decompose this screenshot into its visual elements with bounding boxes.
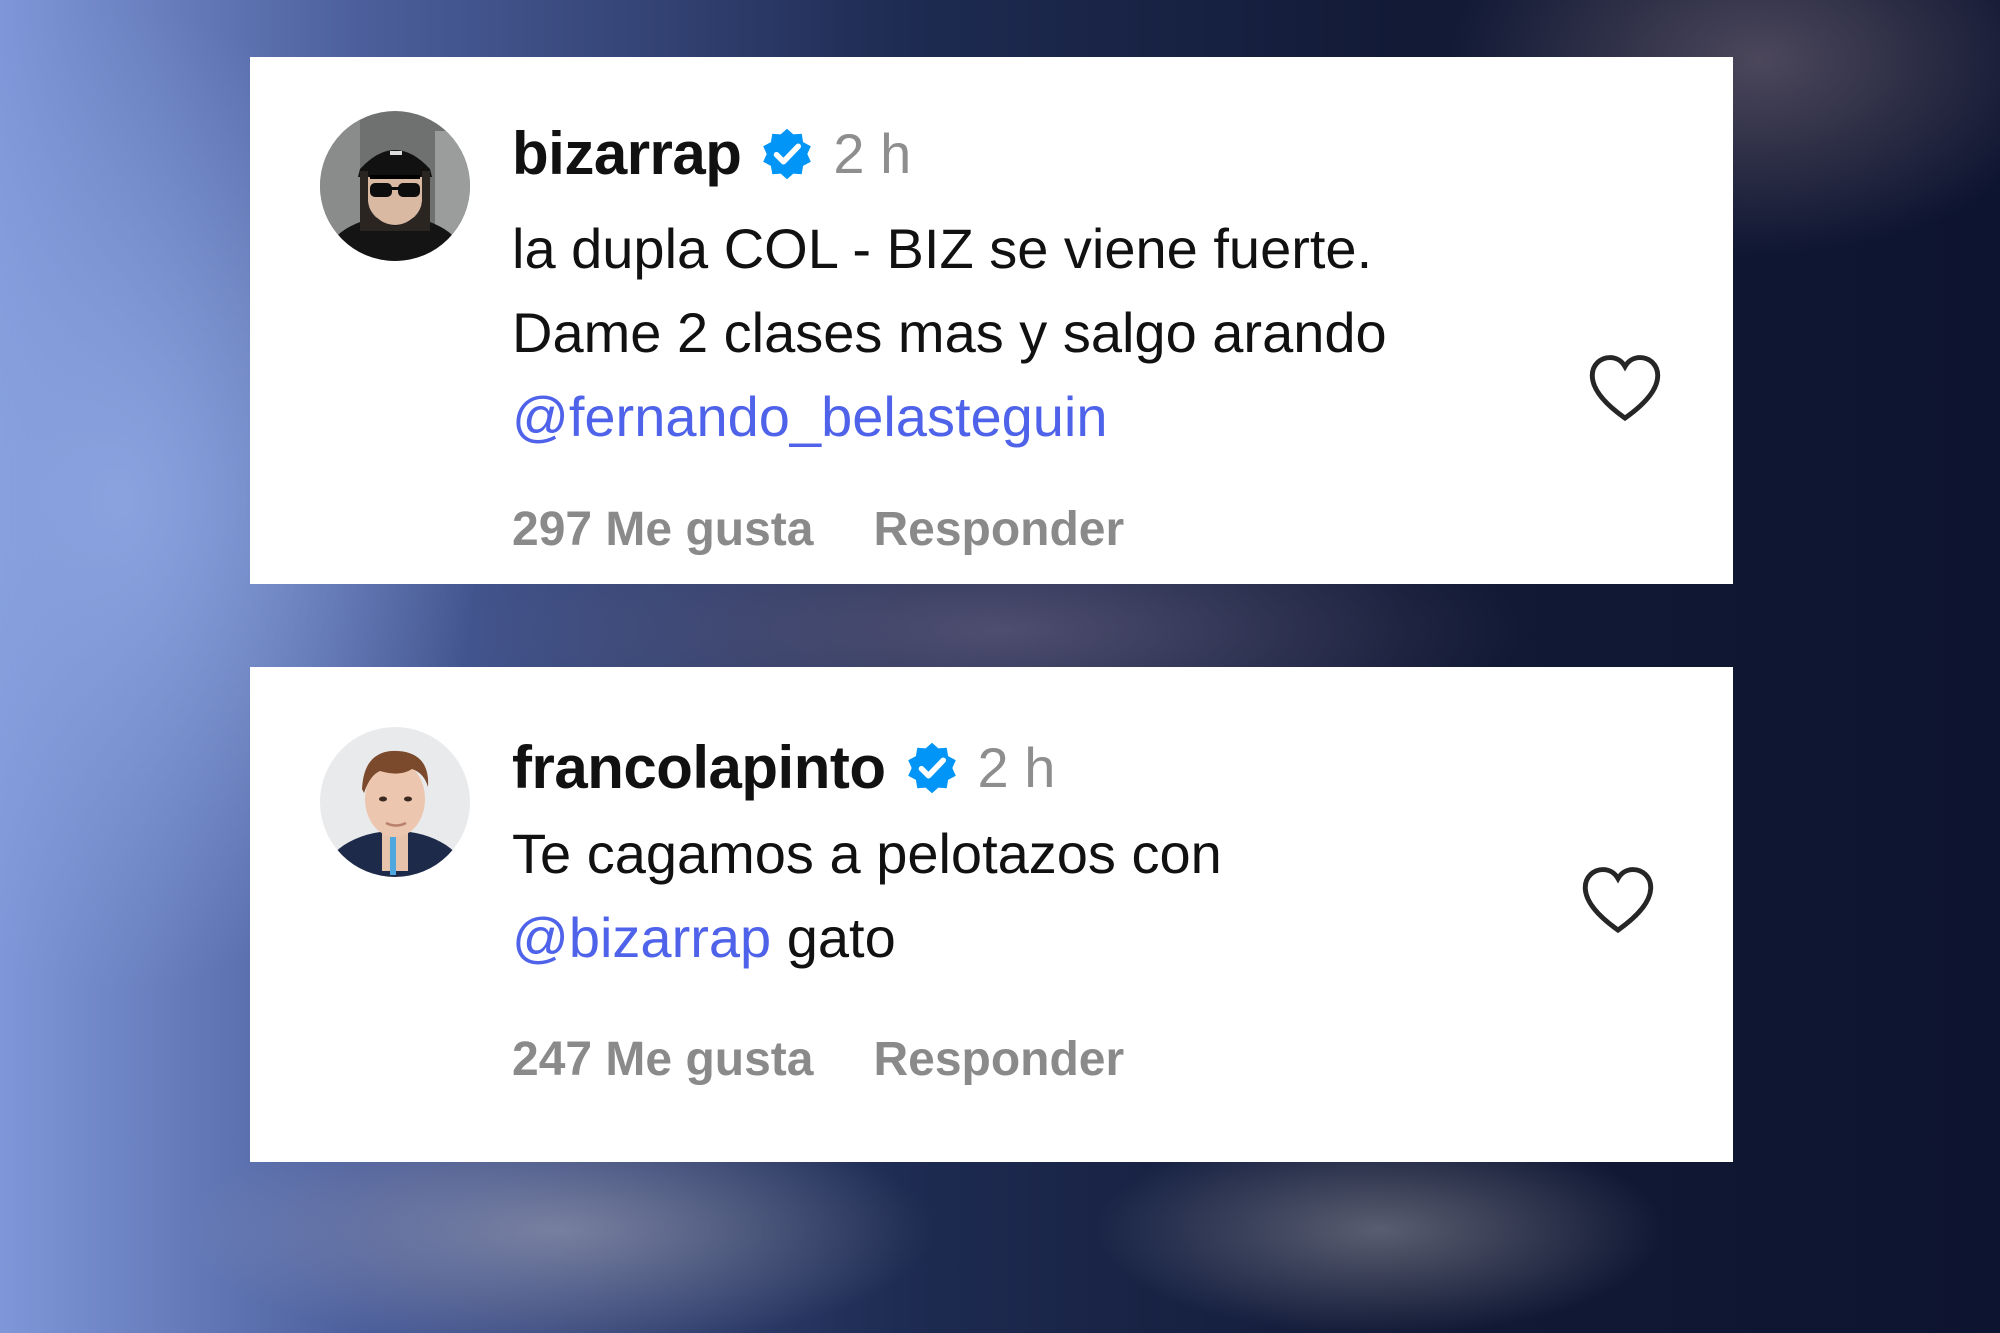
comment-header: bizarrap 2 h: [512, 119, 911, 188]
comment-card-bizarrap: bizarrap 2 h la dupla COL - BIZ se viene…: [250, 57, 1733, 584]
like-count[interactable]: 247 Me gusta: [512, 1032, 813, 1087]
avatar-francolapinto[interactable]: [320, 727, 470, 877]
reply-button[interactable]: Responder: [873, 502, 1124, 557]
comment-time: 2 h: [833, 122, 912, 185]
heart-outline-icon[interactable]: [1578, 863, 1658, 935]
comment-time: 2 h: [977, 736, 1056, 799]
avatar-francolapinto-image: [320, 727, 470, 877]
reply-button[interactable]: Responder: [873, 1032, 1124, 1087]
verified-badge-icon: [763, 128, 812, 179]
mention-link[interactable]: @bizarrap: [512, 906, 771, 969]
comment-line: Dame 2 clases mas y salgo arando: [512, 301, 1387, 364]
comment-header: francolapinto 2 h: [512, 733, 1055, 802]
comment-actions: 247 Me gusta Responder: [512, 1032, 1124, 1087]
comment-text: la dupla COL - BIZ se viene fuerte. Dame…: [512, 207, 1532, 459]
username[interactable]: francolapinto: [512, 733, 886, 802]
like-count[interactable]: 297 Me gusta: [512, 502, 813, 557]
comment-card-francolapinto: francolapinto 2 h Te cagamos a pelotazos…: [250, 667, 1733, 1162]
comment-line: Te cagamos a pelotazos con: [512, 822, 1222, 885]
comment-line: @bizarrap gato: [512, 896, 1532, 980]
comment-text: Te cagamos a pelotazos con @bizarrap gat…: [512, 812, 1532, 980]
avatar-bizarrap[interactable]: [320, 111, 470, 261]
mention-link[interactable]: @fernando_belasteguin: [512, 375, 1532, 459]
comment-actions: 297 Me gusta Responder: [512, 502, 1124, 557]
verified-badge-icon: [907, 742, 956, 793]
comment-line: la dupla COL - BIZ se viene fuerte.: [512, 217, 1373, 280]
heart-outline-icon[interactable]: [1585, 351, 1665, 423]
username[interactable]: bizarrap: [512, 119, 742, 188]
avatar-bizarrap-image: [320, 111, 470, 261]
comment-line-tail: gato: [771, 906, 896, 969]
